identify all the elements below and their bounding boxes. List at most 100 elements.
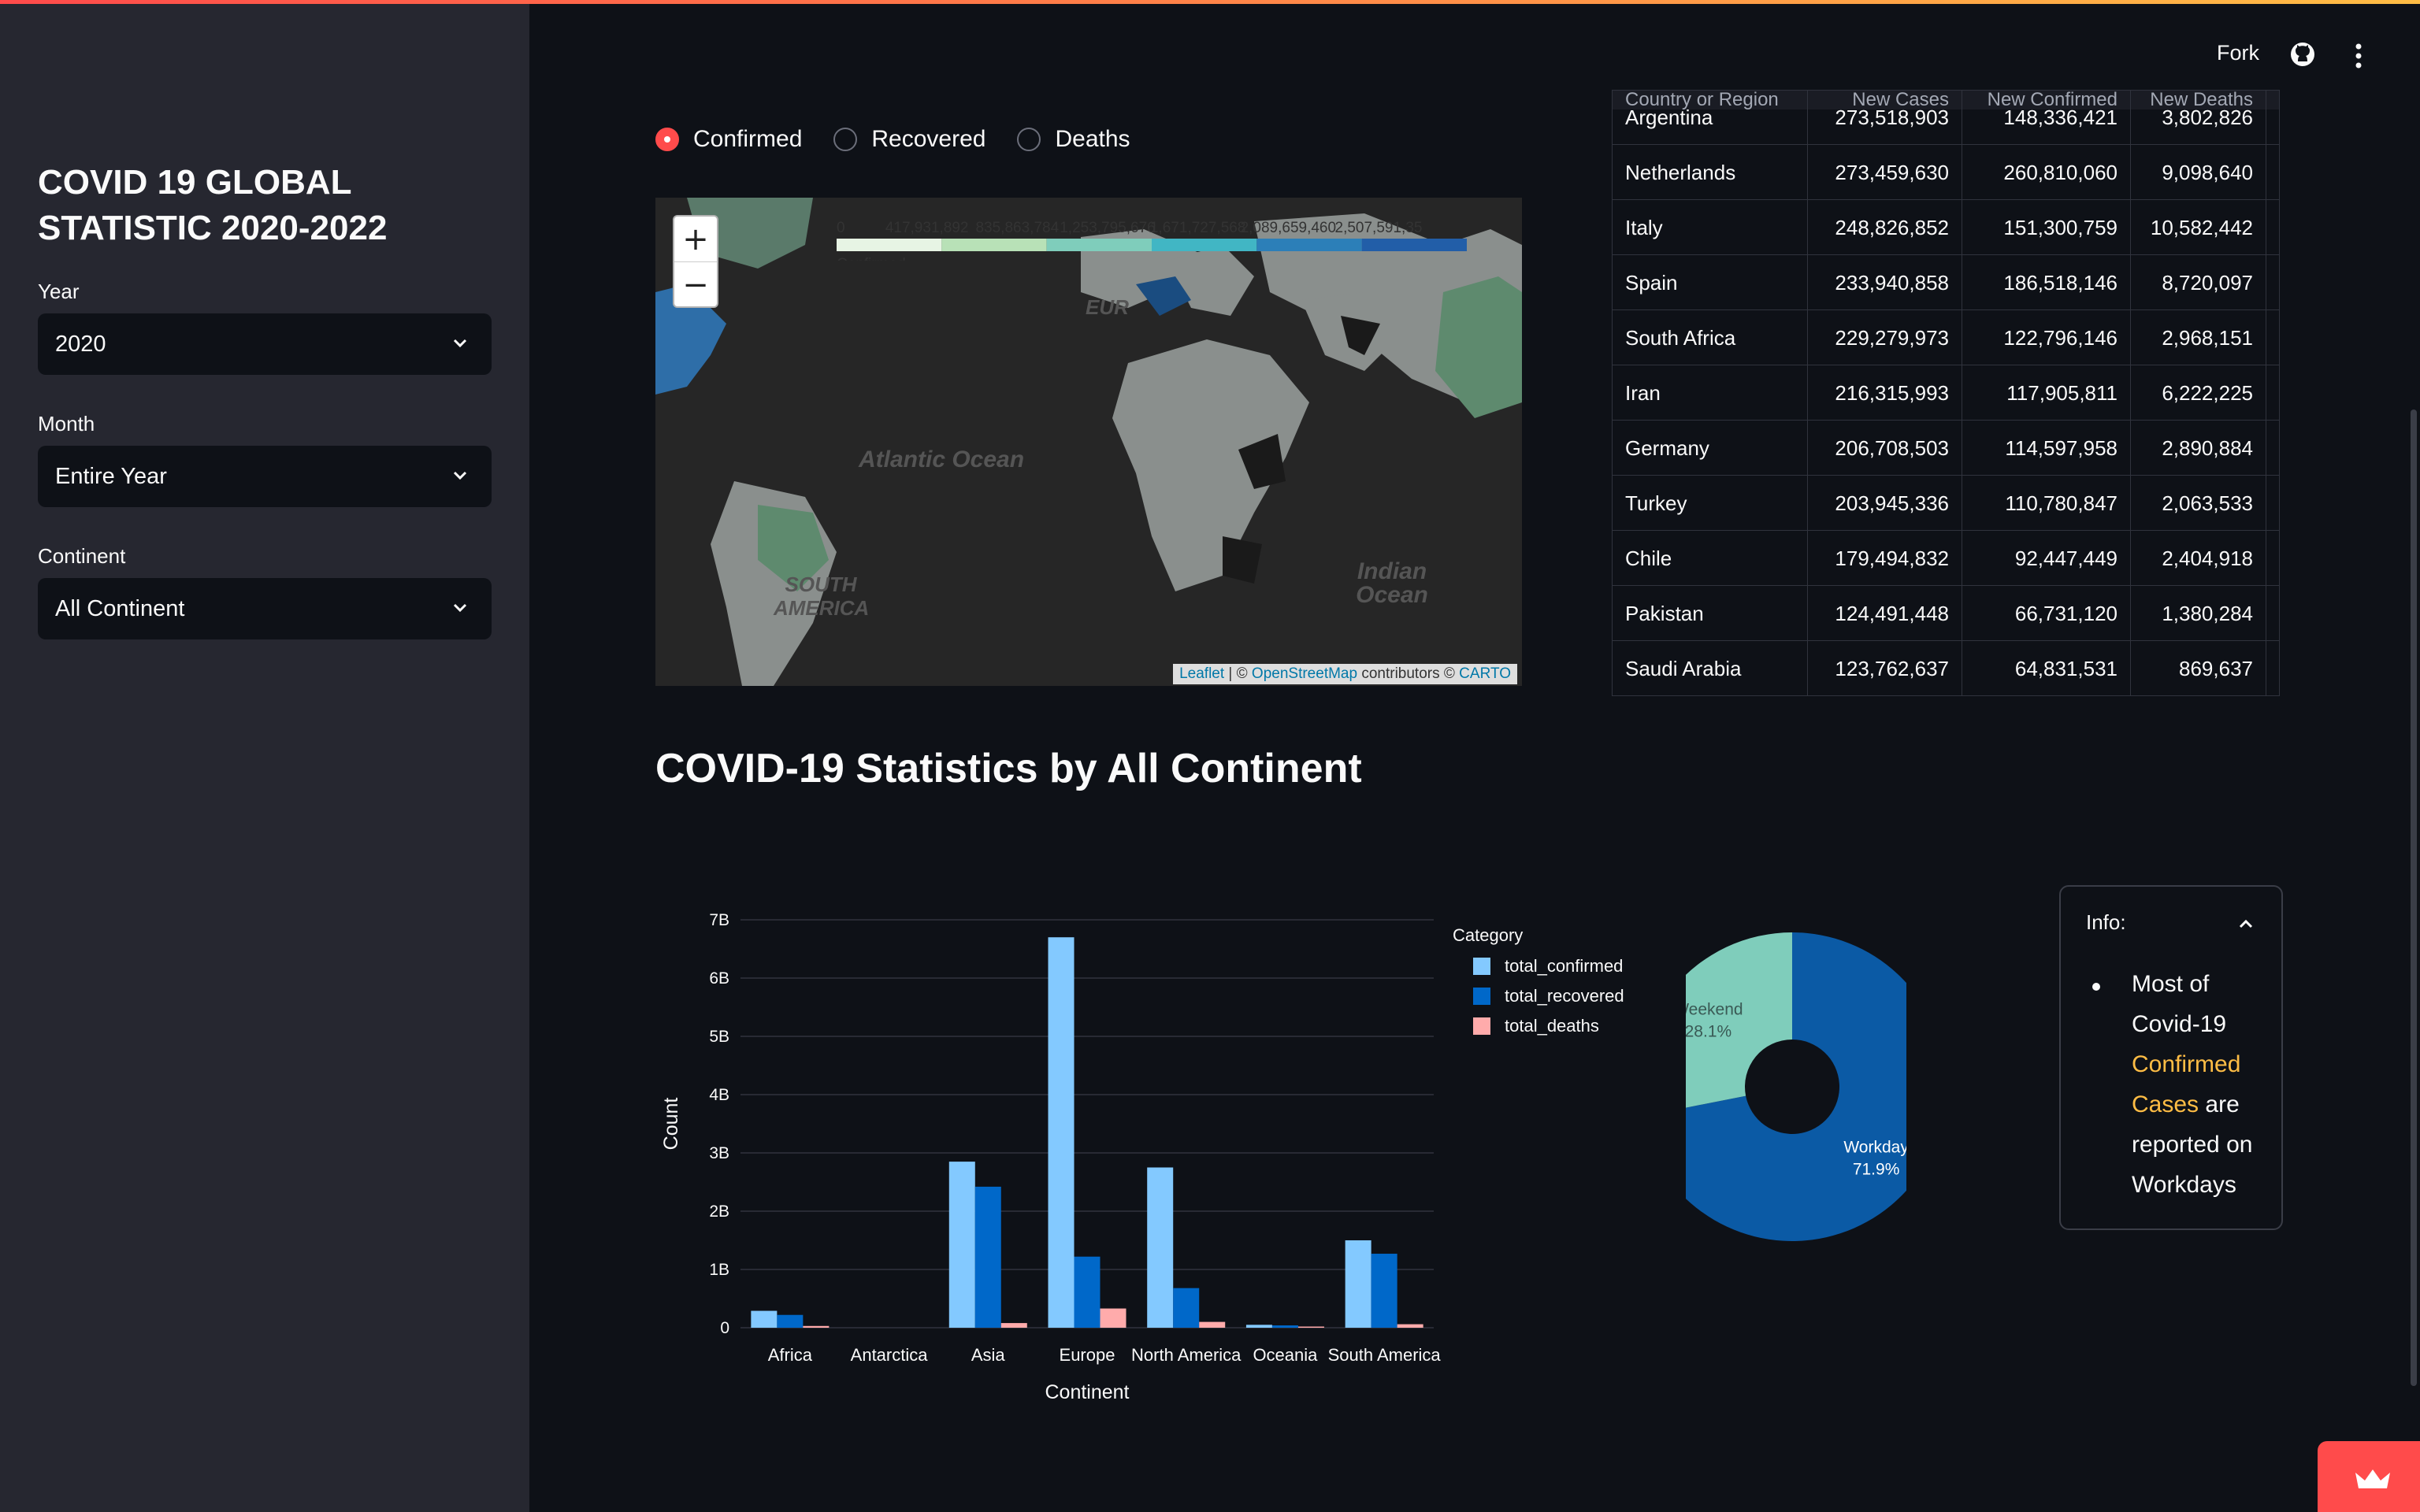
workday-donut-chart: Workday 71.9% Weekend 28.1% — [1686, 932, 1906, 1241]
table-cell-new-cases: 273,518,903 — [1808, 91, 1962, 145]
bar-total_confirmed[interactable] — [1245, 1325, 1272, 1328]
table-row[interactable]: Turkey 203,945,336 110,780,847 2,063,533 — [1613, 475, 2279, 531]
table-row[interactable]: Chile 179,494,832 92,447,449 2,404,918 — [1613, 530, 2279, 586]
bar-total_confirmed[interactable] — [1345, 1240, 1371, 1328]
bar-total_recovered[interactable] — [1074, 1256, 1101, 1328]
bar-total_recovered[interactable] — [974, 1186, 1001, 1328]
bar-total_confirmed[interactable] — [948, 1162, 975, 1328]
bar-total_confirmed[interactable] — [751, 1310, 778, 1328]
radio-deaths[interactable]: Deaths — [1017, 126, 1130, 153]
choropleth-map[interactable]: 0 417,931,892 835,863,784 1,253,795,676 1,67… — [655, 198, 1522, 686]
table-cell-new-cases: 248,826,852 — [1808, 200, 1962, 255]
table-row[interactable]: Italy 248,826,852 151,300,759 10,582,442 — [1613, 199, 2279, 255]
table-cell-new-cases: 206,708,503 — [1808, 421, 1962, 476]
table-cell-country: Spain — [1613, 255, 1808, 310]
table-row[interactable]: Germany 206,708,503 114,597,958 2,890,884 — [1613, 420, 2279, 476]
table-cell-new-confirmed: 151,300,759 — [1962, 200, 2131, 255]
table-cell-new-cases: 179,494,832 — [1808, 531, 1962, 586]
legend-swatch[interactable] — [1473, 958, 1490, 975]
table-cell-new-deaths: 6,222,225 — [2131, 365, 2266, 421]
x-tick-label: Africa — [768, 1345, 813, 1365]
y-tick-label: 4B — [709, 1086, 729, 1104]
table-row[interactable]: Pakistan 124,491,448 66,731,120 1,380,284 — [1613, 585, 2279, 641]
bar-total_confirmed[interactable] — [1048, 937, 1075, 1328]
zoom-in-button[interactable]: + — [674, 217, 717, 262]
section-title: COVID-19 Statistics by All Continent — [655, 746, 1362, 791]
pie-slice-percent: 28.1% — [1686, 1022, 1731, 1040]
fork-link[interactable]: Fork — [2217, 41, 2259, 65]
bar-total_deaths[interactable] — [803, 1325, 830, 1328]
table-row[interactable]: Spain 233,940,858 186,518,146 8,720,097 — [1613, 254, 2279, 310]
legend-label[interactable]: total_confirmed — [1505, 956, 1623, 976]
bar-total_deaths[interactable] — [1100, 1308, 1126, 1328]
legend-swatch[interactable] — [1473, 988, 1490, 1005]
bar-total_recovered[interactable] — [1271, 1325, 1298, 1328]
month-select[interactable]: Entire Year — [38, 446, 492, 507]
leaflet-link[interactable]: Leaflet — [1179, 665, 1224, 682]
table-cell-new-cases: 203,945,336 — [1808, 476, 1962, 531]
bar-total_deaths[interactable] — [1199, 1321, 1226, 1328]
github-icon[interactable] — [2289, 41, 2316, 68]
streamlit-badge[interactable] — [2318, 1441, 2420, 1512]
legend-color-segment — [1256, 239, 1362, 251]
bar-total_deaths[interactable] — [1297, 1326, 1324, 1328]
table-cell-new-cases: 124,491,448 — [1808, 586, 1962, 641]
map-color-legend: 0 417,931,892 835,863,784 1,253,795,6761,67… — [837, 220, 1467, 261]
table-row[interactable]: Saudi Arabia 123,762,637 64,831,531 869,637 — [1613, 640, 2279, 695]
table-cell-new-deaths: 2,404,918 — [2131, 531, 2266, 586]
chevron-down-icon — [453, 471, 467, 480]
table-row[interactable]: Argentina 273,518,903 148,336,421 3,802,826 — [1613, 91, 2279, 145]
legend-swatch[interactable] — [1473, 1017, 1490, 1035]
continent-label: Continent — [38, 544, 126, 568]
info-title[interactable]: Info: — [2086, 910, 2126, 935]
legend-tick-label: 835,863,784 — [975, 220, 1059, 236]
bar-total_deaths[interactable] — [1000, 1323, 1027, 1328]
bar-total_recovered[interactable] — [1173, 1288, 1200, 1328]
map-zoom-control: + − — [673, 215, 718, 308]
y-tick-label: 7B — [709, 911, 729, 929]
carto-link[interactable]: CARTO — [1459, 665, 1511, 682]
continent-select[interactable]: All Continent — [38, 578, 492, 639]
more-menu-icon[interactable] — [2351, 43, 2366, 69]
table-row[interactable]: Netherlands 273,459,630 260,810,060 9,098,6… — [1613, 144, 2279, 200]
y-tick-label: 0 — [720, 1319, 729, 1337]
radio-recovered[interactable]: Recovered — [833, 126, 985, 153]
x-tick-label: South America — [1328, 1345, 1442, 1365]
case-type-radio-group: Confirmed Recovered Deaths — [655, 126, 1162, 153]
bar-total_deaths[interactable] — [1397, 1324, 1423, 1328]
year-select[interactable]: 2020 — [38, 313, 492, 375]
legend-tick-label: 1,671,727,568 — [1150, 220, 1246, 236]
chevron-down-icon — [453, 339, 467, 348]
continent-bar-chart: 0 1B 2B 3B 4B 5B 6B 7B Africa Antarctica Asia Europ… — [660, 911, 1624, 1403]
table-cell-new-deaths: 2,890,884 — [2131, 421, 2266, 476]
zoom-out-button[interactable]: − — [674, 262, 717, 307]
page-scrollbar[interactable] — [2411, 410, 2417, 1386]
table-cell-new-confirmed: 66,731,120 — [1962, 586, 2131, 641]
sidebar: COVID 19 GLOBAL STATISTIC 2020-2022 Year… — [0, 4, 529, 1512]
table-cell-new-cases: 123,762,637 — [1808, 641, 1962, 695]
radio-confirmed[interactable]: Confirmed — [655, 126, 802, 153]
table-cell-new-deaths: 1,380,284 — [2131, 586, 2266, 641]
country-table[interactable]: Country or Region New Cases New Confirme… — [1612, 90, 2280, 696]
radio-unselected-icon — [833, 128, 858, 151]
legend-title: Confirmed — [837, 256, 906, 261]
table-cell-new-deaths: 3,802,826 — [2131, 91, 2266, 145]
chevron-up-icon[interactable] — [2237, 915, 2255, 932]
bar-total_confirmed[interactable] — [1147, 1167, 1174, 1329]
table-row[interactable]: South Africa 229,279,973 122,796,146 2,968,… — [1613, 309, 2279, 365]
radio-unselected-icon — [1017, 128, 1041, 151]
year-select-value: 2020 — [55, 331, 106, 357]
bar-total_recovered[interactable] — [1371, 1254, 1397, 1328]
legend-label[interactable]: total_recovered — [1505, 986, 1624, 1006]
bar-total_recovered[interactable] — [777, 1314, 804, 1328]
legend-color-segment — [941, 239, 1047, 251]
radio-recovered-label: Recovered — [871, 126, 986, 152]
attribution-contributors: contributors © — [1357, 665, 1460, 682]
table-row[interactable]: Iran 216,315,993 117,905,811 6,222,225 — [1613, 365, 2279, 421]
y-axis-title: Count — [660, 1098, 682, 1151]
table-cell-new-confirmed: 186,518,146 — [1962, 255, 2131, 310]
osm-link[interactable]: OpenStreetMap — [1252, 665, 1357, 682]
legend-label[interactable]: total_deaths — [1505, 1016, 1599, 1036]
x-tick-label: Europe — [1060, 1345, 1115, 1365]
legend-tick-label: 2,089,659,460 — [1241, 220, 1337, 236]
